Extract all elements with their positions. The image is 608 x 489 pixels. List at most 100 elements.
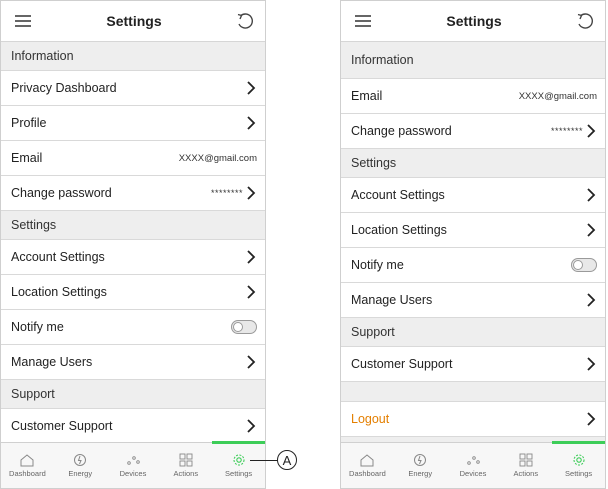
customer-support-row[interactable]: Customer Support <box>1 409 265 444</box>
row-label: Manage Users <box>351 293 433 307</box>
row-label: Customer Support <box>351 357 453 371</box>
email-value: XXXX@gmail.com <box>518 90 597 102</box>
refresh-icon[interactable] <box>233 9 257 33</box>
nav-label: Settings <box>565 469 593 478</box>
devices-icon <box>127 456 140 465</box>
account-settings-row[interactable]: Account Settings <box>341 178 605 213</box>
nav-label: Actions <box>173 469 199 478</box>
chevron-right-icon <box>587 357 596 371</box>
row-label: Manage Users <box>11 355 93 369</box>
nav-label: Actions <box>513 469 539 478</box>
row-label: Notify me <box>351 258 404 272</box>
menu-icon[interactable] <box>11 9 35 33</box>
row-label: Location Settings <box>11 285 107 299</box>
row-label: Location Settings <box>351 223 447 237</box>
nav-energy[interactable]: Energy <box>394 443 447 488</box>
energy-icon <box>74 454 87 466</box>
chevron-right-icon <box>587 223 596 237</box>
menu-icon[interactable] <box>351 9 375 33</box>
top-bar: Settings <box>341 1 605 42</box>
nav-label: Dashboard <box>349 469 386 478</box>
energy-icon <box>414 454 427 466</box>
devices-icon <box>467 456 480 465</box>
customer-support-row[interactable]: Customer Support <box>341 347 605 382</box>
row-label: Change password <box>11 186 112 200</box>
manage-users-row[interactable]: Manage Users <box>1 345 265 380</box>
callout-line <box>250 460 278 461</box>
chevron-right-icon <box>247 116 256 130</box>
chevron-right-icon <box>247 355 256 369</box>
location-settings-row[interactable]: Location Settings <box>341 213 605 248</box>
nav-actions[interactable]: Actions <box>159 443 212 488</box>
account-settings-row[interactable]: Account Settings <box>1 240 265 275</box>
refresh-icon[interactable] <box>573 9 597 33</box>
section-information: Information <box>341 42 605 79</box>
row-label: Profile <box>11 116 47 130</box>
nav-label: Settings <box>225 469 253 478</box>
row-label: Change password <box>351 124 452 138</box>
location-settings-row[interactable]: Location Settings <box>1 275 265 310</box>
nav-label: Energy <box>408 469 433 478</box>
bottom-nav: Dashboard Energy Devices Actions Setting… <box>341 441 605 488</box>
chevron-right-icon <box>247 186 256 200</box>
nav-settings[interactable]: Settings <box>212 441 265 488</box>
nav-devices[interactable]: Devices <box>107 443 160 488</box>
nav-label: Energy <box>68 469 93 478</box>
section-information: Information <box>1 42 265 71</box>
nav-dashboard[interactable]: Dashboard <box>1 443 54 488</box>
chevron-right-icon <box>587 124 596 138</box>
row-label: Account Settings <box>11 250 105 264</box>
change-password-row[interactable]: Change password ******** <box>341 114 605 149</box>
row-label: Notify me <box>11 320 64 334</box>
actions-icon <box>179 453 193 467</box>
nav-devices[interactable]: Devices <box>447 443 500 488</box>
section-support: Support <box>1 380 265 409</box>
row-label: Email <box>351 89 383 103</box>
change-password-row[interactable]: Change password ******** <box>1 176 265 211</box>
nav-label: Devices <box>119 469 147 478</box>
nav-actions[interactable]: Actions <box>499 443 552 488</box>
settings-screen-left: Settings Information Privacy Dashboard P… <box>0 0 266 489</box>
nav-label: Dashboard <box>9 469 46 478</box>
nav-dashboard[interactable]: Dashboard <box>341 443 394 488</box>
row-label: Privacy Dashboard <box>11 81 117 95</box>
home-icon <box>360 454 374 467</box>
chevron-right-icon <box>587 412 596 426</box>
callout-badge: A <box>277 450 297 470</box>
email-value: XXXX@gmail.com <box>178 152 257 164</box>
settings-screen-right: Settings Information Email XXXX@gmail.co… <box>340 0 606 489</box>
section-settings: Settings <box>1 211 265 240</box>
manage-users-row[interactable]: Manage Users <box>341 283 605 318</box>
gear-icon <box>233 454 245 466</box>
section-settings: Settings <box>341 149 605 178</box>
bottom-nav: Dashboard Energy Devices Actions Setting… <box>1 441 265 488</box>
chevron-right-icon <box>247 81 256 95</box>
notify-toggle[interactable] <box>231 320 257 334</box>
nav-settings[interactable]: Settings <box>552 441 605 488</box>
logout-row[interactable]: Logout <box>341 402 605 437</box>
chevron-right-icon <box>247 250 256 264</box>
email-row: Email XXXX@gmail.com <box>1 141 265 176</box>
chevron-right-icon <box>587 188 596 202</box>
top-bar: Settings <box>1 1 265 42</box>
home-icon <box>20 454 34 467</box>
nav-label: Devices <box>459 469 487 478</box>
logout-label: Logout <box>351 412 390 426</box>
chevron-right-icon <box>247 285 256 299</box>
privacy-dashboard-row[interactable]: Privacy Dashboard <box>1 71 265 106</box>
page-title: Settings <box>106 13 162 29</box>
actions-icon <box>519 453 533 467</box>
profile-row[interactable]: Profile <box>1 106 265 141</box>
notify-me-row: Notify me <box>1 310 265 345</box>
row-label: Customer Support <box>11 419 113 433</box>
masked-password: ******** <box>550 126 583 136</box>
email-row: Email XXXX@gmail.com <box>341 79 605 114</box>
spacer <box>341 382 605 402</box>
section-support: Support <box>341 318 605 347</box>
row-label: Account Settings <box>351 188 445 202</box>
notify-me-row: Notify me <box>341 248 605 283</box>
nav-energy[interactable]: Energy <box>54 443 107 488</box>
notify-toggle[interactable] <box>571 258 597 272</box>
row-label: Email <box>11 151 43 165</box>
masked-password: ******** <box>210 188 243 198</box>
